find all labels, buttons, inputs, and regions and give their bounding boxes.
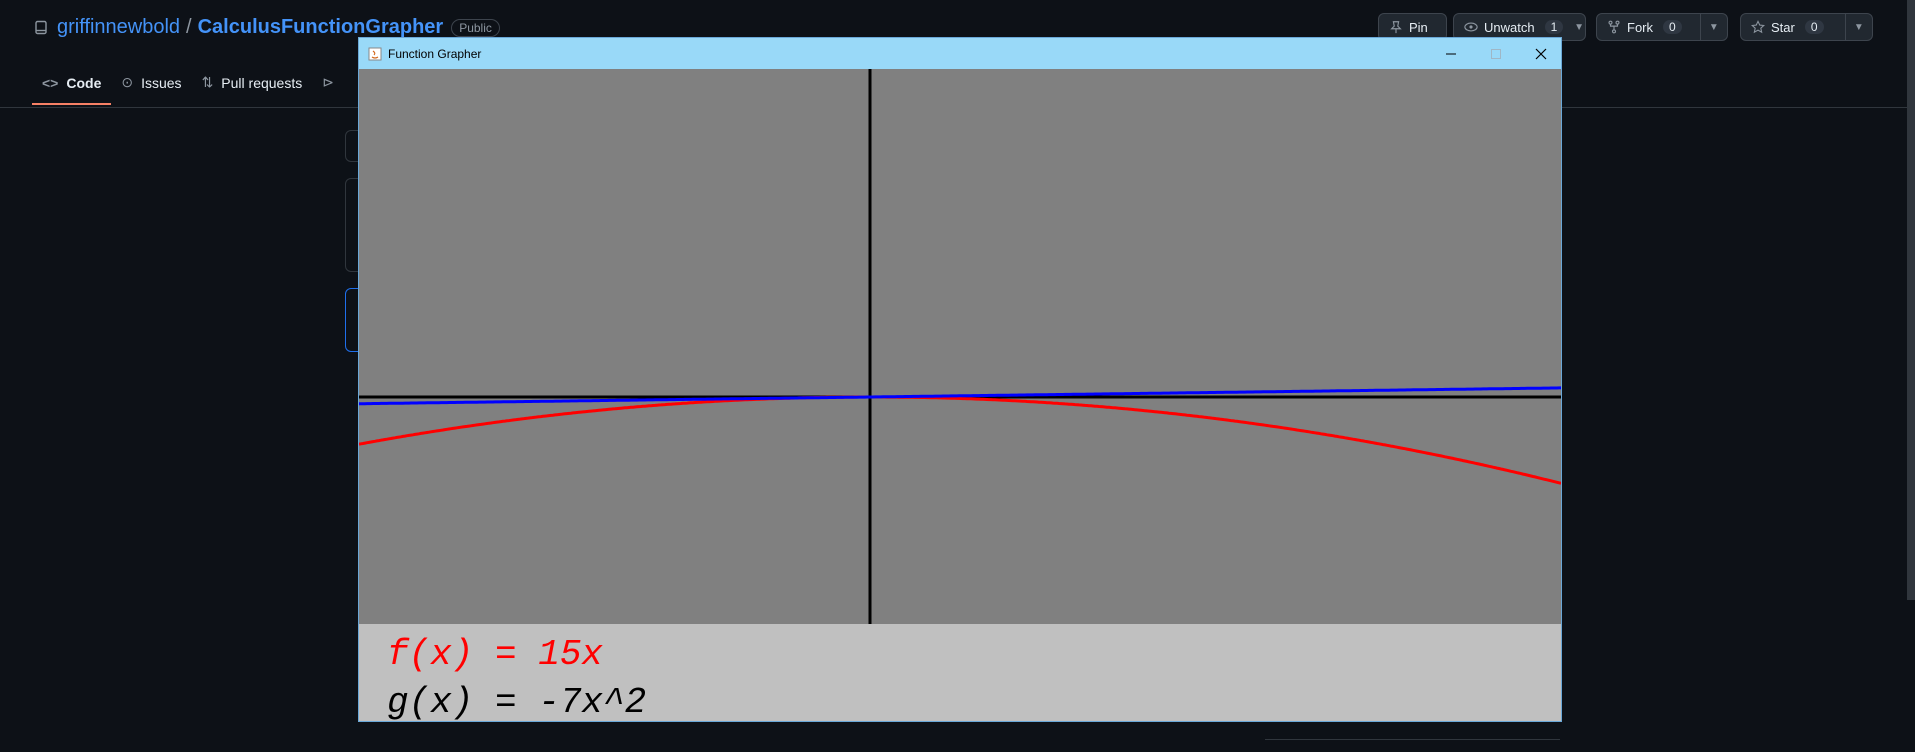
chevron-down-icon[interactable]: ▼ [1573, 14, 1585, 40]
java-app-icon [368, 47, 382, 60]
repo-icon [35, 20, 47, 34]
pin-button[interactable]: Pin [1378, 13, 1447, 41]
g-function-label: g(x) = -7x^2 [387, 682, 647, 723]
function-grapher-window: Function Grapher f(x) = 15x g(x) = -7x^2 [358, 38, 1562, 723]
minimize-button[interactable] [1428, 38, 1473, 69]
pull-request-icon: ⇅ [201, 74, 214, 90]
function-legend: f(x) = 15x g(x) = -7x^2 [359, 624, 1561, 723]
close-button[interactable] [1518, 38, 1563, 69]
tab-pull-requests-label: Pull requests [221, 74, 303, 91]
tab-issues-label: Issues [141, 74, 182, 91]
repo-owner-link[interactable]: griffinnewbold [57, 16, 180, 39]
maximize-icon [1490, 48, 1501, 59]
close-icon [1535, 48, 1546, 59]
page-scrollbar[interactable] [1907, 0, 1915, 600]
fork-dropdown-chevron-icon[interactable]: ▼ [1699, 14, 1727, 40]
repo-title: griffinnewbold / CalculusFunctionGrapher… [33, 16, 500, 39]
repo-nav-tabs: <> Code ⊙ Issues ⇅ Pull requests ⊳ [32, 70, 344, 105]
tab-code[interactable]: <> Code [32, 70, 112, 105]
tab-code-label: Code [66, 74, 102, 91]
tab-actions[interactable]: ⊳ [312, 70, 344, 105]
star-icon [1751, 20, 1765, 34]
window-titlebar[interactable]: Function Grapher [359, 38, 1561, 69]
f-function-label: f(x) = 15x [387, 634, 604, 675]
divider [1265, 739, 1560, 740]
fork-count: 0 [1663, 20, 1682, 34]
fork-button[interactable]: Fork 0 ▼ [1596, 13, 1728, 41]
play-icon: ⊳ [322, 74, 334, 90]
repo-name-link[interactable]: CalculusFunctionGrapher [198, 16, 444, 39]
star-count: 0 [1804, 20, 1824, 34]
path-separator: / [186, 16, 192, 38]
graph-canvas [358, 69, 1562, 624]
parabola-curve [358, 395, 1562, 485]
watch-count: 1 [1544, 20, 1564, 34]
tab-issues[interactable]: ⊙ Issues [111, 70, 191, 105]
star-dropdown-chevron-icon[interactable]: ▼ [1844, 14, 1872, 40]
star-label: Star [1771, 19, 1795, 35]
eye-icon [1464, 22, 1478, 32]
tab-pull-requests[interactable]: ⇅ Pull requests [192, 70, 313, 105]
fork-icon [1608, 20, 1620, 34]
unwatch-label: Unwatch [1484, 19, 1535, 35]
unwatch-button[interactable]: Unwatch 1 ▼ [1453, 13, 1586, 41]
pin-label: Pin [1409, 19, 1428, 35]
visibility-badge: Public [451, 18, 500, 37]
minimize-icon [1445, 53, 1456, 54]
issue-icon: ⊙ [121, 74, 134, 90]
pin-icon [1390, 21, 1402, 34]
fork-label: Fork [1627, 19, 1653, 35]
function-plot [358, 69, 1562, 624]
code-icon: <> [42, 74, 59, 91]
star-button[interactable]: Star 0 ▼ [1740, 13, 1873, 41]
maximize-button[interactable] [1473, 38, 1518, 69]
window-title: Function Grapher [388, 46, 482, 61]
